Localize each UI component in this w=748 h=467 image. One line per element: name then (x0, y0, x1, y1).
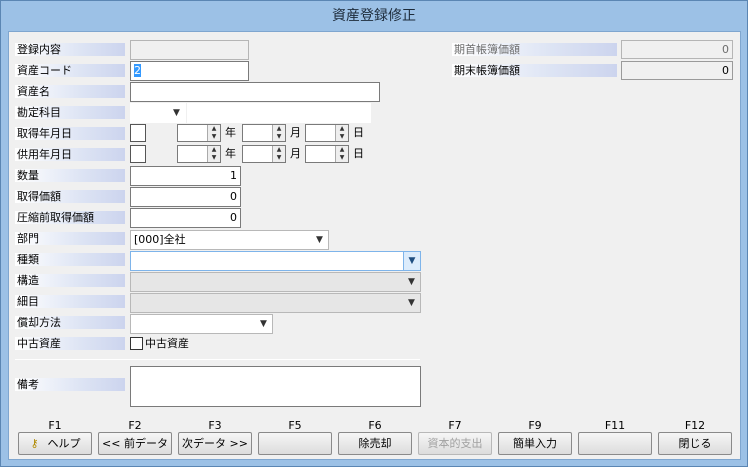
acquisition-year-spinner[interactable]: ▲ ▼ (177, 124, 221, 142)
form-area: 登録内容 資産コード 資産名 勘定科目 取得年月日 供用年月日 数量 取得価額 … (8, 31, 741, 460)
label-closing-book-value: 期末帳簿価額 (452, 64, 617, 77)
detail-select[interactable]: ▼ (130, 293, 421, 313)
chevron-down-icon: ▼ (408, 298, 415, 308)
fkey-label-f3: F3 (208, 419, 222, 432)
label-remarks: 備考 (15, 378, 125, 391)
quantity-input[interactable]: 1 (130, 166, 241, 186)
label-used-asset: 中古資産 (15, 337, 125, 350)
fkey-label-f12: F12 (684, 419, 706, 432)
label-acquisition-date: 取得年月日 (15, 127, 125, 140)
pre-compression-value-input[interactable]: 0 (130, 208, 241, 228)
label-asset-name: 資産名 (15, 85, 125, 98)
chevron-down-icon: ▼ (403, 252, 420, 270)
label-detail: 細目 (15, 295, 125, 308)
f11-button[interactable] (578, 432, 652, 455)
label-asset-code: 資産コード (15, 64, 125, 77)
department-select[interactable]: [000]全社 ▼ (130, 230, 329, 250)
disposal-button[interactable]: 除売却 (338, 432, 412, 455)
chevron-down-icon: ▼ (408, 277, 415, 287)
label-structure: 構造 (15, 274, 125, 287)
previous-data-button[interactable]: << 前データ (98, 432, 172, 455)
chevron-down-icon: ▼ (260, 319, 267, 329)
acquisition-month-spinner[interactable]: ▲ ▼ (242, 124, 286, 142)
fkey-label-f6: F6 (368, 419, 382, 432)
remarks-textarea[interactable] (130, 366, 421, 407)
chevron-down-icon: ▼ (173, 108, 180, 118)
label-opening-book-value: 期首帳簿価額 (452, 43, 617, 56)
asset-name-input[interactable] (130, 82, 380, 102)
type-select[interactable]: ▼ (130, 251, 421, 271)
account-name-field (187, 103, 371, 123)
spin-updown-icon[interactable]: ▲ ▼ (272, 125, 285, 141)
label-registration-content: 登録内容 (15, 43, 125, 56)
registration-content-field (130, 40, 249, 60)
spin-updown-icon[interactable]: ▲ ▼ (335, 146, 348, 162)
window-title: 資産登録修正 (332, 8, 416, 24)
help-key-icon: ⚷ (30, 437, 39, 450)
used-asset-checkbox-label[interactable]: 中古資産 (145, 336, 189, 351)
service-date-era-field[interactable] (130, 145, 146, 163)
used-asset-checkbox[interactable] (130, 337, 143, 350)
acquisition-value-input[interactable]: 0 (130, 187, 241, 207)
fkey-label-f11: F11 (604, 419, 626, 432)
help-button[interactable]: ⚷ ヘルプ (18, 432, 92, 455)
acquisition-date-era-field[interactable] (130, 124, 146, 142)
asset-code-input[interactable]: 2 (130, 61, 249, 81)
label-depreciation-method: 償却方法 (15, 316, 125, 329)
fkey-label-f9: F9 (528, 419, 542, 432)
acq-year-unit: 年 (225, 126, 236, 139)
acq-day-unit: 日 (353, 126, 364, 139)
acquisition-day-spinner[interactable]: ▲ ▼ (305, 124, 349, 142)
account-select[interactable]: ▼ (130, 103, 186, 123)
fkey-label-f5: F5 (288, 419, 302, 432)
fkey-label-f2: F2 (128, 419, 142, 432)
closing-book-value-field: 0 (621, 61, 733, 80)
service-year-spinner[interactable]: ▲ ▼ (177, 145, 221, 163)
svc-month-unit: 月 (290, 147, 301, 160)
svc-year-unit: 年 (225, 147, 236, 160)
svc-day-unit: 日 (353, 147, 364, 160)
fkey-label-f7: F7 (448, 419, 462, 432)
capital-expenditure-button[interactable]: 資本的支出 (418, 432, 492, 455)
fkey-label-f1: F1 (48, 419, 62, 432)
service-day-spinner[interactable]: ▲ ▼ (305, 145, 349, 163)
spin-updown-icon[interactable]: ▲ ▼ (207, 146, 220, 162)
spin-updown-icon[interactable]: ▲ ▼ (207, 125, 220, 141)
label-department: 部門 (15, 232, 125, 245)
section-divider (15, 359, 420, 360)
asset-code-value: 2 (134, 64, 141, 77)
next-data-button[interactable]: 次データ >> (178, 432, 252, 455)
label-acquisition-value: 取得価額 (15, 190, 125, 203)
department-value: [000]全社 (134, 233, 186, 246)
help-button-label: ヘルプ (47, 437, 81, 450)
simple-input-button[interactable]: 簡単入力 (498, 432, 572, 455)
depreciation-method-select[interactable]: ▼ (130, 314, 273, 334)
app-window: 資産登録修正 登録内容 資産コード 資産名 勘定科目 取得年月日 供用年月日 数… (0, 0, 748, 467)
spin-updown-icon[interactable]: ▲ ▼ (335, 125, 348, 141)
label-type: 種類 (15, 253, 125, 266)
label-account: 勘定科目 (15, 106, 125, 119)
f5-button[interactable] (258, 432, 332, 455)
chevron-down-icon: ▼ (316, 235, 323, 245)
label-service-date: 供用年月日 (15, 148, 125, 161)
label-pre-compression-value: 圧縮前取得価額 (15, 211, 125, 224)
close-button[interactable]: 閉じる (658, 432, 732, 455)
label-quantity: 数量 (15, 169, 125, 182)
structure-select[interactable]: ▼ (130, 272, 421, 292)
acq-month-unit: 月 (290, 126, 301, 139)
service-month-spinner[interactable]: ▲ ▼ (242, 145, 286, 163)
spin-updown-icon[interactable]: ▲ ▼ (272, 146, 285, 162)
opening-book-value-field: 0 (621, 40, 733, 59)
